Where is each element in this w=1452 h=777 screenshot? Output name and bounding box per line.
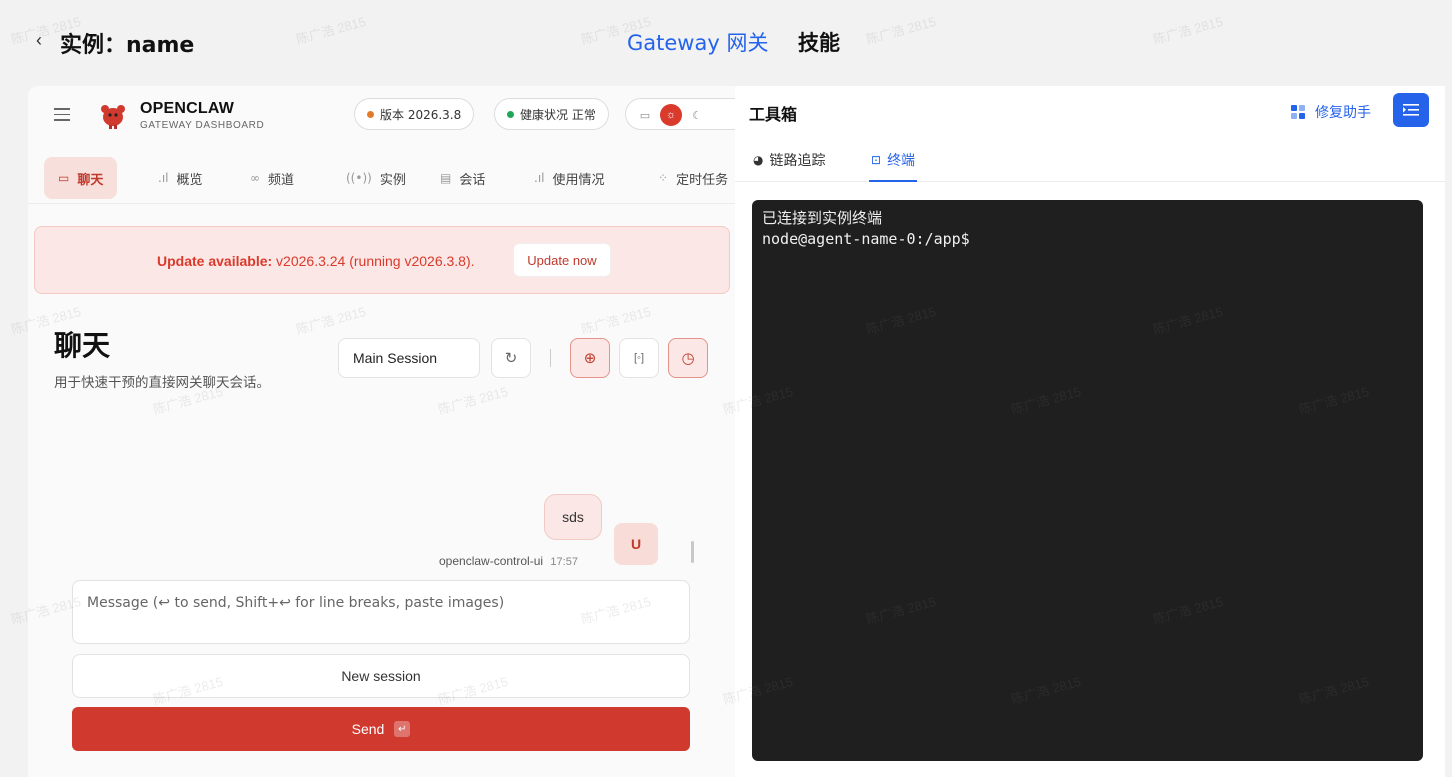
chat-subtitle: 用于快速干预的直接网关聊天会话。 (54, 375, 270, 391)
nav-tab-label: 会话 (459, 172, 486, 188)
nav-tab-label: 定时任务 (676, 172, 729, 188)
message-icon: ▭ (58, 171, 70, 185)
toolbox-tabs: ◕ 链路追踪 ⊡ 终端 (735, 138, 1445, 182)
trace-icon: ◕ (753, 153, 764, 167)
enter-key-icon: ↵ (394, 721, 411, 737)
tab-trace[interactable]: ◕ 链路追踪 (753, 150, 825, 170)
nav-tab-usage[interactable]: .ıl 使用情况 (520, 157, 619, 199)
nav-tab-label: 频道 (268, 172, 295, 188)
brain-icon: ⊕ (583, 350, 597, 367)
panel-list-icon (1403, 104, 1419, 116)
link-icon: ∞ (250, 171, 260, 185)
tab-label: 链路追踪 (769, 153, 826, 169)
message-meta: openclaw-control-ui 17:57 (439, 554, 578, 568)
nav-tab-chat[interactable]: ▭ 聊天 (44, 157, 118, 199)
top-bar: ‹ 实例：name Gateway 网关 技能 (0, 0, 1452, 80)
openclaw-logo-icon (101, 105, 125, 129)
brand-name: OPENCLAW (140, 100, 235, 117)
nav-tab-label: 概览 (176, 172, 203, 188)
avatar: U (614, 523, 658, 565)
version-label: 版本 2026.3.8 (380, 107, 462, 122)
theme-switcher: ▭ ☼ ☾ (625, 98, 735, 130)
refresh-icon: ↻ (504, 350, 518, 367)
toolbox-panel: 工具箱 修复助手 ◕ 链路追踪 ⊡ 终端 已连接到实例终端 node@agent… (735, 86, 1445, 777)
focus-button[interactable]: [◦] (619, 338, 659, 378)
brain-button[interactable]: ⊕ (570, 338, 610, 378)
chat-title: 聊天 (54, 329, 111, 362)
session-select[interactable]: Main Session (338, 338, 480, 378)
clock-button[interactable]: ◷ (668, 338, 708, 378)
new-session-button[interactable]: New session (72, 654, 690, 698)
status-dot-icon (507, 110, 514, 118)
tab-terminal[interactable]: ⊡ 终端 (868, 150, 918, 182)
message-bubble: sds (544, 494, 602, 540)
nav-tab-overview[interactable]: .ıl 概览 (144, 157, 217, 199)
update-message: Update available: v2026.3.24 (running v2… (157, 253, 475, 269)
toolbox-title: 工具箱 (749, 105, 798, 124)
status-dot-icon (367, 110, 374, 118)
nav-tab-label: 实例 (379, 172, 406, 188)
dashboard-nav: ▭ 聊天 .ıl 概览 ∞ 频道 ((•)) 实例 ▤ 会话 .ıl 使用情况 … (28, 146, 735, 204)
send-button[interactable]: Send ↵ (72, 707, 690, 751)
bar-chart-icon: .ıl (534, 171, 545, 185)
nav-tab-label: 使用情况 (552, 172, 605, 188)
broadcast-icon: ((•)) (346, 171, 372, 185)
nav-tab-cron[interactable]: ⁘ 定时任务 (644, 157, 735, 199)
update-bold: Update available: (157, 253, 273, 269)
document-icon: ▤ (440, 171, 452, 185)
moon-icon[interactable]: ☾ (686, 104, 708, 126)
dashboard-header: OPENCLAW GATEWAY DASHBOARD 版本 2026.3.8 健… (28, 86, 735, 142)
refresh-button[interactable]: ↻ (491, 338, 531, 378)
health-pill: 健康状况 正常 (494, 98, 609, 130)
update-detail: v2026.3.24 (running v2026.3.8). (272, 253, 475, 269)
update-now-button[interactable]: Update now (513, 243, 611, 277)
grid-icon (1291, 105, 1305, 119)
tab-skills[interactable]: 技能 (798, 27, 840, 57)
loader-icon: ⁘ (658, 171, 669, 185)
terminal-icon: ⊡ (871, 153, 882, 167)
nav-tab-sessions[interactable]: ▤ 会话 (426, 157, 499, 199)
message-time: 17:57 (550, 556, 578, 568)
tab-gateway[interactable]: Gateway 网关 (627, 27, 768, 57)
nav-tab-channels[interactable]: ∞ 频道 (236, 157, 308, 199)
nav-tab-label: 聊天 (77, 172, 104, 188)
dashboard-panel: OPENCLAW GATEWAY DASHBOARD 版本 2026.3.8 健… (28, 86, 735, 777)
focus-icon: [◦] (633, 352, 644, 364)
terminal[interactable]: 已连接到实例终端 node@agent-name-0:/app$ (752, 200, 1423, 761)
version-pill: 版本 2026.3.8 (354, 98, 475, 130)
repair-assistant-link[interactable]: 修复助手 (1291, 102, 1371, 122)
terminal-prompt: node@agent-name-0:/app$ (762, 230, 970, 248)
sun-icon[interactable]: ☼ (660, 104, 682, 126)
terminal-line: 已连接到实例终端 (762, 209, 883, 227)
hamburger-menu-icon[interactable] (54, 108, 70, 121)
message-placeholder: Message (↩ to send, Shift+↩ for line bre… (87, 595, 505, 611)
divider (550, 349, 551, 367)
monitor-icon[interactable]: ▭ (634, 104, 656, 126)
chevron-left-icon[interactable]: ‹ (36, 30, 42, 51)
brand-subtitle: GATEWAY DASHBOARD (140, 120, 265, 131)
bar-chart-icon: .ıl (158, 171, 169, 185)
panel-toggle-button[interactable] (1393, 93, 1429, 127)
update-banner: Update available: v2026.3.24 (running v2… (34, 226, 730, 294)
health-label: 健康状况 正常 (520, 107, 596, 122)
clock-icon: ◷ (681, 350, 695, 367)
repair-label: 修复助手 (1315, 105, 1371, 121)
message-input[interactable]: Message (↩ to send, Shift+↩ for line bre… (72, 580, 690, 644)
nav-tab-instances[interactable]: ((•)) 实例 (332, 157, 420, 199)
send-label: Send (351, 721, 385, 737)
scrollbar[interactable] (691, 541, 694, 563)
tab-label: 终端 (887, 153, 916, 169)
message-sender: openclaw-control-ui (439, 554, 544, 568)
page-title: 实例：name (60, 33, 195, 58)
